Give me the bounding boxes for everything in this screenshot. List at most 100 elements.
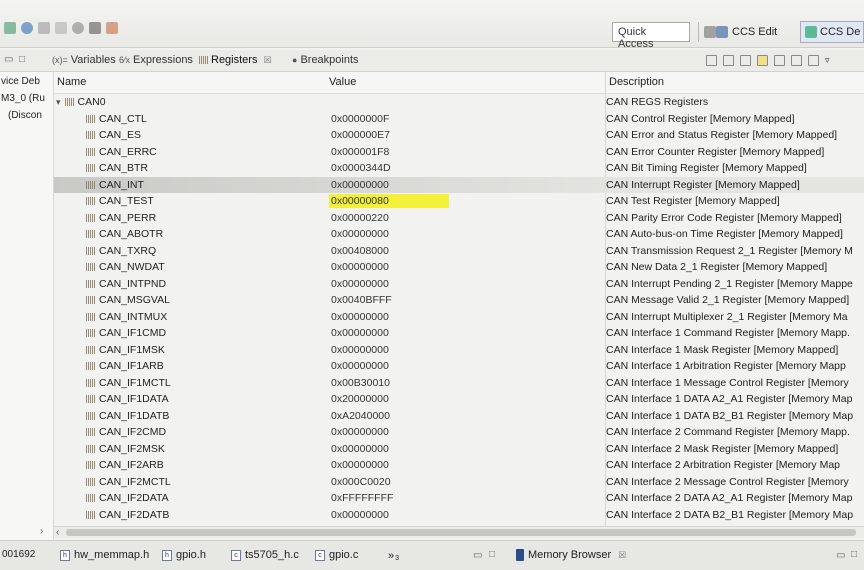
register-value[interactable]: 0x0040BFFF xyxy=(329,293,449,307)
perspective-ccs-debug[interactable]: CCS De xyxy=(800,21,864,43)
register-value[interactable]: 0x00000000 xyxy=(329,178,449,192)
horizontal-scrollbar[interactable]: ‹ xyxy=(54,526,864,538)
debug-dropdown-icon[interactable] xyxy=(4,22,16,34)
column-value[interactable]: Value xyxy=(329,76,356,88)
register-row[interactable]: CAN_IF2DATB 0x00000000 CAN Interface 2 DAT… xyxy=(54,507,864,524)
quick-access-input[interactable]: Quick Access xyxy=(612,22,690,50)
register-value[interactable]: 0xFFFFFFFF xyxy=(329,491,449,505)
register-row[interactable]: CAN_INTPND 0x00000000 CAN Interrupt Pendin… xyxy=(54,276,864,293)
register-value[interactable]: 0x00B30010 xyxy=(329,376,449,390)
register-value[interactable]: 0x000C0020 xyxy=(329,475,449,489)
register-value[interactable]: 0x00408000 xyxy=(329,244,449,258)
close-icon[interactable]: ☒ xyxy=(618,550,626,561)
tab-memory-browser[interactable]: Memory Browser ☒ xyxy=(516,549,626,561)
tab-breakpoints[interactable]: ● Breakpoints xyxy=(292,54,359,66)
register-value[interactable]: 0xA2040000 xyxy=(329,409,449,423)
register-value[interactable]: 0x00000000 xyxy=(329,458,449,472)
left-scroll-arrow-icon[interactable]: › xyxy=(40,526,43,537)
register-value[interactable]: 0x00000000 xyxy=(329,425,449,439)
maximize-icon[interactable]: □ xyxy=(19,54,25,65)
register-value[interactable]: 0x00000000 xyxy=(329,326,449,340)
register-row[interactable]: CAN_IF1MSK 0x00000000 CAN Interface 1 Mask… xyxy=(54,342,864,359)
editor-tab-gpio-h[interactable]: h gpio.h xyxy=(162,549,206,561)
register-value[interactable]: 0x00000000 xyxy=(329,277,449,291)
minimize-icon[interactable]: ▭ xyxy=(473,550,482,561)
maximize-icon[interactable]: □ xyxy=(851,549,857,560)
register-value[interactable]: 0x00000000 xyxy=(329,359,449,373)
register-value[interactable]: 0x20000000 xyxy=(329,392,449,406)
register-value[interactable]: 0x0000344D xyxy=(329,161,449,175)
scroll-left-icon[interactable]: ‹ xyxy=(56,527,59,538)
register-row[interactable]: CAN_NWDAT 0x00000000 CAN New Data 2_1 Regi… xyxy=(54,259,864,276)
register-row[interactable]: CAN_IF1MCTL 0x00B30010 CAN Interface 1 Mes… xyxy=(54,375,864,392)
register-row[interactable]: CAN_ES 0x000000E7 CAN Error and Status Reg… xyxy=(54,127,864,144)
register-value[interactable]: 0x000001F8 xyxy=(329,145,449,159)
debug-panel-line[interactable]: M3_0 (Ru xyxy=(1,93,45,104)
register-value[interactable]: 0x00000000 xyxy=(329,260,449,274)
register-row[interactable]: CAN_IF1CMD 0x00000000 CAN Interface 1 Comm… xyxy=(54,325,864,342)
register-value[interactable]: 0x00000000 xyxy=(329,343,449,357)
register-value[interactable]: 0x00000080 xyxy=(329,194,449,208)
register-description: CAN Interface 2 DATA A2_A1 Register [Mem… xyxy=(606,492,853,504)
debug-panel-line[interactable]: vice Deb xyxy=(1,76,40,87)
column-description[interactable]: Description xyxy=(609,76,664,88)
minimize-icon[interactable]: ▭ xyxy=(4,54,13,65)
register-row[interactable]: CAN_INT 0x00000000 CAN Interrupt Register … xyxy=(54,176,864,193)
register-row[interactable]: CAN_MSGVAL 0x0040BFFF CAN Message Valid 2_… xyxy=(54,292,864,309)
view-menu-icon[interactable]: ▿ xyxy=(825,55,836,66)
register-row[interactable]: CAN_IF2DATA 0xFFFFFFFF CAN Interface 2 DAT… xyxy=(54,490,864,507)
open-perspective-icon[interactable] xyxy=(704,26,716,38)
register-value[interactable]: 0x00000000 xyxy=(329,310,449,324)
tab-variables[interactable]: (x)= Variables xyxy=(52,54,116,66)
link-icon[interactable] xyxy=(723,55,734,66)
close-icon[interactable]: ☒ xyxy=(263,55,271,66)
register-row[interactable]: CAN_ERRC 0x000001F8 CAN Error Counter Regi… xyxy=(54,144,864,161)
register-value[interactable]: 0x00000220 xyxy=(329,211,449,225)
tab-registers[interactable]: Registers ☒ xyxy=(199,54,272,66)
register-group-row[interactable]: ▾ CAN0 CAN REGS Registers xyxy=(54,94,864,111)
step-over-icon[interactable] xyxy=(55,22,67,34)
register-row[interactable]: CAN_IF2ARB 0x00000000 CAN Interface 2 Arbi… xyxy=(54,457,864,474)
format-icon[interactable] xyxy=(808,55,819,66)
search-icon[interactable] xyxy=(72,22,84,34)
register-row[interactable]: CAN_IF1ARB 0x00000000 CAN Interface 1 Arbi… xyxy=(54,358,864,375)
register-row[interactable]: CAN_IF2MCTL 0x000C0020 CAN Interface 2 Mes… xyxy=(54,474,864,491)
editor-tab-gpio-c[interactable]: c gpio.c xyxy=(315,549,358,561)
register-row[interactable]: CAN_TEST 0x00000080 CAN Test Register [Mem… xyxy=(54,193,864,210)
tools-icon[interactable] xyxy=(106,22,118,34)
register-row[interactable]: CAN_CTL 0x0000000F CAN Control Register [M… xyxy=(54,111,864,128)
register-value[interactable]: 0x00000000 xyxy=(329,442,449,456)
register-value[interactable]: 0x000000E7 xyxy=(329,128,449,142)
register-value[interactable]: 0x00000000 xyxy=(329,227,449,241)
refresh-icon[interactable] xyxy=(706,55,717,66)
register-row[interactable]: CAN_IF1DATA 0x20000000 CAN Interface 1 DAT… xyxy=(54,391,864,408)
layout-icon[interactable] xyxy=(740,55,751,66)
minimize-icon[interactable]: ▭ xyxy=(836,550,845,561)
more-tabs-button[interactable]: » 3 xyxy=(388,549,399,563)
register-row[interactable]: CAN_TXRQ 0x00408000 CAN Transmission Reque… xyxy=(54,243,864,260)
debug-panel-line[interactable]: (Discon xyxy=(8,110,42,121)
register-value[interactable]: 0x00000000 xyxy=(329,508,449,522)
tab-expressions[interactable]: 6⁄x Expressions xyxy=(119,54,193,66)
perspective-ccs-edit[interactable]: CCS Edit xyxy=(716,22,777,42)
register-row[interactable]: CAN_IF2CMD 0x00000000 CAN Interface 2 Comm… xyxy=(54,424,864,441)
register-value[interactable]: 0x0000000F xyxy=(329,112,449,126)
register-row[interactable]: CAN_IF2MSK 0x00000000 CAN Interface 2 Mask… xyxy=(54,441,864,458)
maximize-icon[interactable]: □ xyxy=(489,549,495,560)
register-row[interactable]: CAN_ABOTR 0x00000000 CAN Auto-bus-on Time … xyxy=(54,226,864,243)
grid-icon[interactable] xyxy=(757,55,768,66)
scrollbar-thumb[interactable] xyxy=(66,529,856,536)
editor-tab-hw-memmap[interactable]: h hw_memmap.h xyxy=(60,549,149,561)
editor-tab-ts5705[interactable]: c ts5705_h.c xyxy=(231,549,299,561)
new-group-icon[interactable] xyxy=(774,55,785,66)
register-row[interactable]: CAN_IF1DATB 0xA2040000 CAN Interface 1 DAT… xyxy=(54,408,864,425)
column-name[interactable]: Name xyxy=(57,76,86,88)
register-row[interactable]: CAN_INTMUX 0x00000000 CAN Interrupt Multip… xyxy=(54,309,864,326)
register-row[interactable]: CAN_PERR 0x00000220 CAN Parity Error Code … xyxy=(54,210,864,227)
register-row[interactable]: CAN_BTR 0x0000344D CAN Bit Timing Register… xyxy=(54,160,864,177)
run-icon[interactable] xyxy=(21,22,33,34)
step-icon[interactable] xyxy=(38,22,50,34)
chevron-down-icon[interactable]: ▾ xyxy=(56,97,61,108)
edit-group-icon[interactable] xyxy=(791,55,802,66)
settings-icon[interactable] xyxy=(89,22,101,34)
